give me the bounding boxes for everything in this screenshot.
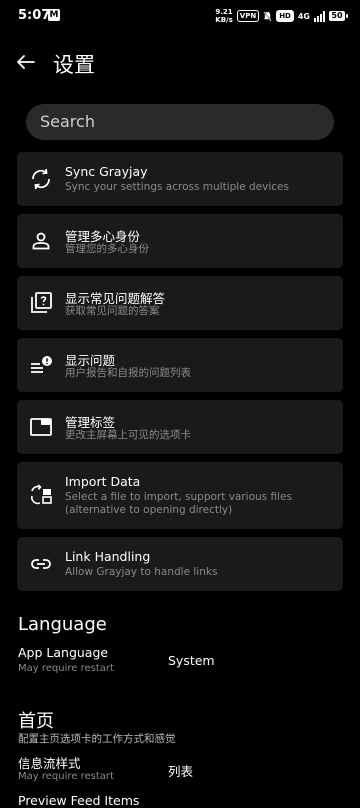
sync-grayjay-card[interactable]: Sync Grayjay Sync your settings across m… xyxy=(17,152,343,206)
system-icons: 9.21 KB/s VPN HD 4G 50 xyxy=(215,6,348,26)
manage-tabs-card[interactable]: 管理标签 更改主屏幕上可见的选项卡 xyxy=(17,400,343,454)
card-description: 用户报告和自报的问题列表 xyxy=(65,367,191,379)
language-section-title: Language xyxy=(18,614,107,635)
feed-style-dropdown[interactable]: 列表 xyxy=(168,761,193,780)
tabs-icon xyxy=(30,418,52,436)
preview-feed-items-label[interactable]: Preview Feed Items xyxy=(18,793,139,808)
card-description: 获取常见问题的答案 xyxy=(65,305,160,317)
sync-icon xyxy=(32,168,50,190)
app-language-label[interactable]: App Language xyxy=(18,645,108,660)
page-title: 设置 xyxy=(53,53,95,77)
battery-level: 50 xyxy=(329,11,345,21)
link-handling-card[interactable]: Link Handling Allow Grayjay to handle li… xyxy=(17,537,343,591)
import-data-card[interactable]: Import Data Select a file to import, sup… xyxy=(17,462,343,529)
home-section-description: 配置主页选项卡的工作方式和感觉 xyxy=(18,733,176,745)
faq-icon xyxy=(31,292,52,313)
card-title: Import Data xyxy=(65,474,141,489)
status-bar: 5:07 M 9.21 KB/s VPN HD 4G 50 xyxy=(0,0,360,32)
card-description: 管理您的多心身份 xyxy=(65,243,149,255)
issues-icon xyxy=(31,356,52,373)
manage-identities-card[interactable]: 管理多心身份 管理您的多心身份 xyxy=(17,214,343,268)
card-description: Sync your settings across multiple devic… xyxy=(65,181,289,193)
show-faq-card[interactable]: 显示常见问题解答 获取常见问题的答案 xyxy=(17,276,343,330)
show-issues-card[interactable]: 显示问题 用户报告和自报的问题列表 xyxy=(17,338,343,392)
card-description: Select a file to import, support various… xyxy=(65,491,292,516)
card-title: Link Handling xyxy=(65,549,151,564)
app-language-subtitle: May require restart xyxy=(18,663,114,674)
vpn-icon: VPN xyxy=(236,10,260,22)
feed-style-subtitle: May require restart xyxy=(18,771,114,782)
status-time: 5:07 xyxy=(18,8,51,23)
feed-style-label[interactable]: 信息流样式 xyxy=(18,753,81,772)
search-input[interactable]: Search xyxy=(26,104,334,140)
hd-icon: HD xyxy=(276,10,294,22)
person-icon xyxy=(32,232,50,250)
network-type: 4G xyxy=(297,11,310,21)
home-section-title: 首页 xyxy=(18,711,54,732)
link-icon xyxy=(31,559,51,569)
signal-icon xyxy=(314,10,325,22)
network-speed-unit: KB/s xyxy=(215,16,233,24)
network-speed: 9.21 KB/s xyxy=(215,8,232,24)
import-icon xyxy=(31,484,52,505)
app-language-dropdown[interactable]: System xyxy=(168,653,215,668)
card-description: 更改主屏幕上可见的选项卡 xyxy=(65,429,191,441)
back-arrow-icon[interactable] xyxy=(14,50,38,74)
bell-muted-icon xyxy=(263,11,272,21)
mail-notification-icon: M xyxy=(48,9,60,21)
network-speed-value: 9.21 xyxy=(215,8,233,16)
card-title: Sync Grayjay xyxy=(65,164,148,179)
battery-icon: 50 xyxy=(329,11,348,21)
app-header: 设置 xyxy=(0,44,360,84)
card-description: Allow Grayjay to handle links xyxy=(65,566,218,578)
